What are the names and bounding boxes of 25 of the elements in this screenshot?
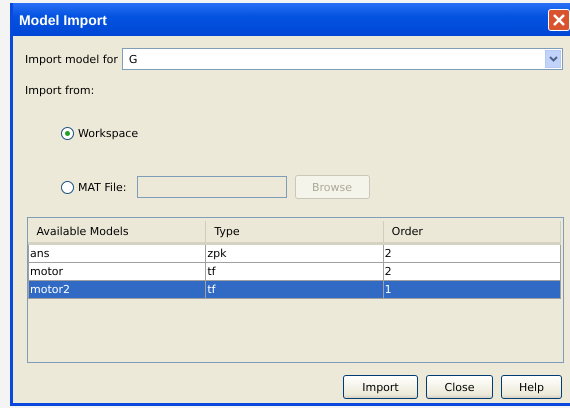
- table-cell: motor2: [28, 280, 206, 298]
- dialog-button[interactable]: Import: [343, 375, 418, 399]
- table-cell: 1: [383, 280, 560, 298]
- column-header[interactable]: Available Models: [28, 221, 206, 244]
- radio-option[interactable]: Workspace: [61, 126, 138, 140]
- section-label: Import from:: [25, 84, 94, 97]
- column-header[interactable]: Type: [206, 221, 384, 244]
- close-button[interactable]: [548, 8, 570, 30]
- column-header[interactable]: Order: [383, 221, 560, 244]
- dialog-button[interactable]: Close: [426, 375, 493, 399]
- table-cell: 2: [383, 262, 560, 280]
- table-row[interactable]: motor2 tf 1: [28, 280, 560, 298]
- chevron-down-icon: [548, 56, 558, 62]
- model-dropdown[interactable]: G: [122, 48, 563, 70]
- table-cell: tf: [206, 280, 384, 298]
- table-cell: tf: [206, 262, 384, 280]
- table-cell: motor: [28, 262, 206, 280]
- table-row[interactable]: ans zpk 2: [28, 244, 560, 262]
- table-row[interactable]: motor tf 2: [28, 262, 560, 280]
- field-label: Import model for: [25, 52, 118, 66]
- radio-option[interactable]: MAT File:: [61, 180, 126, 194]
- dialog-button[interactable]: Help: [501, 375, 562, 399]
- window-title: Model Import: [19, 12, 107, 28]
- dropdown-value: G: [128, 52, 138, 66]
- close-icon: [552, 12, 566, 26]
